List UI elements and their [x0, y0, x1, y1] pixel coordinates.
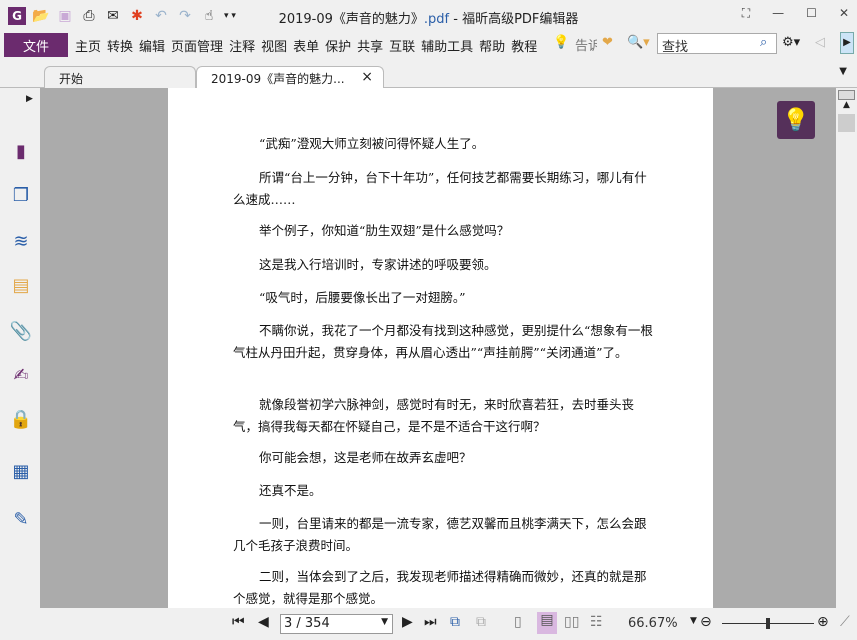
fullscreen-button[interactable]: ⛶	[742, 6, 750, 21]
menu-connect[interactable]: 互联	[386, 36, 418, 55]
ribbon-left-icon[interactable]: ◁	[815, 35, 825, 50]
menu-tutorial[interactable]: 教程	[508, 36, 540, 55]
tab-label: 开始	[59, 72, 84, 86]
minimize-button[interactable]: —	[772, 6, 784, 21]
folder-open-icon[interactable]: 📂	[32, 7, 50, 25]
search-input[interactable]: 查找	[657, 33, 777, 55]
folder-search-icon[interactable]: 🔍▾	[627, 35, 650, 50]
paragraph: 二则，当体会到了之后，我发现老师描述得精确而微妙，还真的就是那个感觉，就得是那个…	[233, 569, 647, 606]
last-page-icon[interactable]: ⏭	[424, 614, 437, 630]
paragraph: “武痴”澄观大师立刻被问得怀疑人生了。	[259, 136, 485, 151]
next-view-icon[interactable]: ⧉	[476, 614, 486, 630]
redo-icon[interactable]: ↷	[176, 7, 194, 25]
single-page-icon[interactable]: ▯	[514, 614, 522, 630]
save-icon[interactable]: ▣	[56, 7, 74, 25]
tab-list-icon[interactable]: ▼	[839, 66, 847, 77]
paragraph: 这是我入行培训时，专家讲述的呼吸要领。	[259, 257, 497, 272]
page-number-input[interactable]: 3 / 354 ▼	[280, 614, 393, 634]
attachment-icon[interactable]: 📎	[10, 320, 32, 342]
layers-icon[interactable]: ≋	[10, 230, 32, 252]
zoom-level[interactable]: 66.67%	[628, 616, 678, 631]
menu-form[interactable]: 表单	[290, 36, 322, 55]
zoom-slider[interactable]	[722, 618, 814, 629]
form-fields-icon[interactable]: ▦	[10, 460, 32, 482]
paragraph: 一则，台里请来的都是一流专家，德艺双馨而且桃李满天下，怎么会跟几个毛孩子浪费时间…	[233, 516, 647, 553]
file-menu[interactable]: 文件	[4, 33, 68, 57]
zoom-dropdown-icon[interactable]: ▼	[690, 616, 697, 626]
heart-icon[interactable]: ❤	[602, 35, 613, 50]
continuous-facing-icon[interactable]: ☷	[590, 614, 603, 630]
zoom-in-icon[interactable]: ⊕	[817, 614, 829, 630]
email-icon[interactable]: ✉	[104, 7, 122, 25]
scrollbar-thumb[interactable]	[838, 114, 855, 132]
tab-close-icon[interactable]: ×	[361, 69, 373, 85]
hand-tool-icon[interactable]: ☝	[200, 7, 218, 25]
paragraph: 你可能会想，这是老师在故弄玄虚吧？	[259, 450, 472, 465]
page-number: 3 / 354	[284, 616, 330, 631]
paragraph: 所谓“台上一分钟，台下十年功”，任何技艺都需要长期练习，哪儿有什么速成……	[233, 170, 647, 207]
previous-view-icon[interactable]: ⧉	[450, 614, 460, 630]
title-bar: G 📂 ▣ ⎙ ✉ ✱ ↶ ↷ ☝ ▾ ▾ 2019-09《声音的魅力》.pdf…	[0, 0, 857, 32]
menu-view[interactable]: 视图	[258, 36, 290, 55]
next-page-icon[interactable]: ▶	[402, 614, 413, 630]
zoom-slider-thumb[interactable]	[766, 618, 770, 629]
signature-icon[interactable]: ✍	[10, 364, 32, 386]
paragraph: 还真不是。	[259, 483, 322, 498]
lightbulb-icon[interactable]: 💡	[553, 35, 569, 50]
lock-icon[interactable]: 🔒	[10, 408, 32, 430]
menu-home[interactable]: 主页	[72, 36, 104, 55]
bookmark-icon[interactable]: ▮	[10, 140, 32, 162]
navigation-panel: ▶ ▮ ❐ ≋ ▤ 📎 ✍ 🔒 ▦ ✎	[0, 88, 40, 608]
gear-icon[interactable]: ⚙▾	[782, 35, 800, 50]
menu-share[interactable]: 共享	[354, 36, 386, 55]
first-page-icon[interactable]: ⏮	[232, 614, 245, 630]
search-icon[interactable]: ⌕	[760, 35, 767, 50]
menu-accessibility[interactable]: 辅助工具	[418, 36, 476, 55]
document-viewer[interactable]: “武痴”澄观大师立刻被问得怀疑人生了。 所谓“台上一分钟，台下十年功”，任何技艺…	[40, 88, 836, 608]
menu-organize[interactable]: 页面管理	[168, 36, 226, 55]
paragraph: 举个例子，你知道“肋生双翅”是什么感觉吗？	[259, 223, 510, 238]
page-dropdown-icon[interactable]: ▼	[381, 617, 388, 627]
paragraph: “吸气时，后腰要像长出了一对翅膀。”	[259, 290, 466, 305]
undo-icon[interactable]: ↶	[152, 7, 170, 25]
paragraph: 不瞒你说，我花了一个月都没有找到这种感觉，更别提什么“想象有一根气柱从丹田升起，…	[233, 323, 653, 360]
menu-protect[interactable]: 保护	[322, 36, 354, 55]
menu-help[interactable]: 帮助	[476, 36, 508, 55]
tell-me[interactable]: 告诉	[575, 35, 597, 54]
menu-edit[interactable]: 编辑	[136, 36, 168, 55]
customize-dropdown-icon[interactable]: ▾ ▾	[224, 11, 236, 21]
maximize-button[interactable]: ☐	[806, 6, 817, 21]
previous-page-icon[interactable]: ◀	[258, 614, 269, 630]
tab-document[interactable]: 2019-09《声音的魅力... ×	[196, 66, 384, 88]
lightbulb-tip-button[interactable]: 💡	[777, 101, 815, 139]
vertical-scrollbar[interactable]: ▲	[836, 88, 857, 608]
facing-icon[interactable]: ▯▯	[564, 614, 579, 630]
paragraph: 就像段誉初学六脉神剑，感觉时有时无，来时欣喜若狂，去时垂头丧气，搞得我每天都在怀…	[233, 397, 635, 434]
tab-bar: 开始 2019-09《声音的魅力... × ▼	[0, 62, 857, 88]
zoom-out-icon[interactable]: ⊖	[700, 614, 712, 630]
tab-label: 2019-09《声音的魅力...	[211, 72, 345, 86]
pages-icon[interactable]: ❐	[10, 184, 32, 206]
certify-icon[interactable]: ✎	[10, 508, 32, 530]
menu-comment[interactable]: 注释	[226, 36, 258, 55]
expand-panel-icon[interactable]: ▶	[26, 94, 33, 104]
new-icon[interactable]: ✱	[128, 7, 146, 25]
continuous-page-icon[interactable]: ▤	[537, 612, 557, 634]
close-button[interactable]: ✕	[839, 6, 849, 21]
tab-start[interactable]: 开始	[44, 66, 196, 88]
menu-convert[interactable]: 转换	[104, 36, 136, 55]
scroll-up-icon[interactable]: ▲	[836, 100, 857, 110]
app-logo: G	[8, 7, 26, 25]
resize-grip-icon[interactable]: ⟋	[840, 614, 850, 630]
comments-icon[interactable]: ▤	[10, 274, 32, 296]
scrollbar-top[interactable]	[838, 90, 855, 100]
pdf-page: “武痴”澄观大师立刻被问得怀疑人生了。 所谓“台上一分钟，台下十年功”，任何技艺…	[168, 88, 713, 608]
ribbon-right-icon[interactable]: ▶	[840, 32, 854, 54]
print-icon[interactable]: ⎙	[80, 7, 98, 25]
